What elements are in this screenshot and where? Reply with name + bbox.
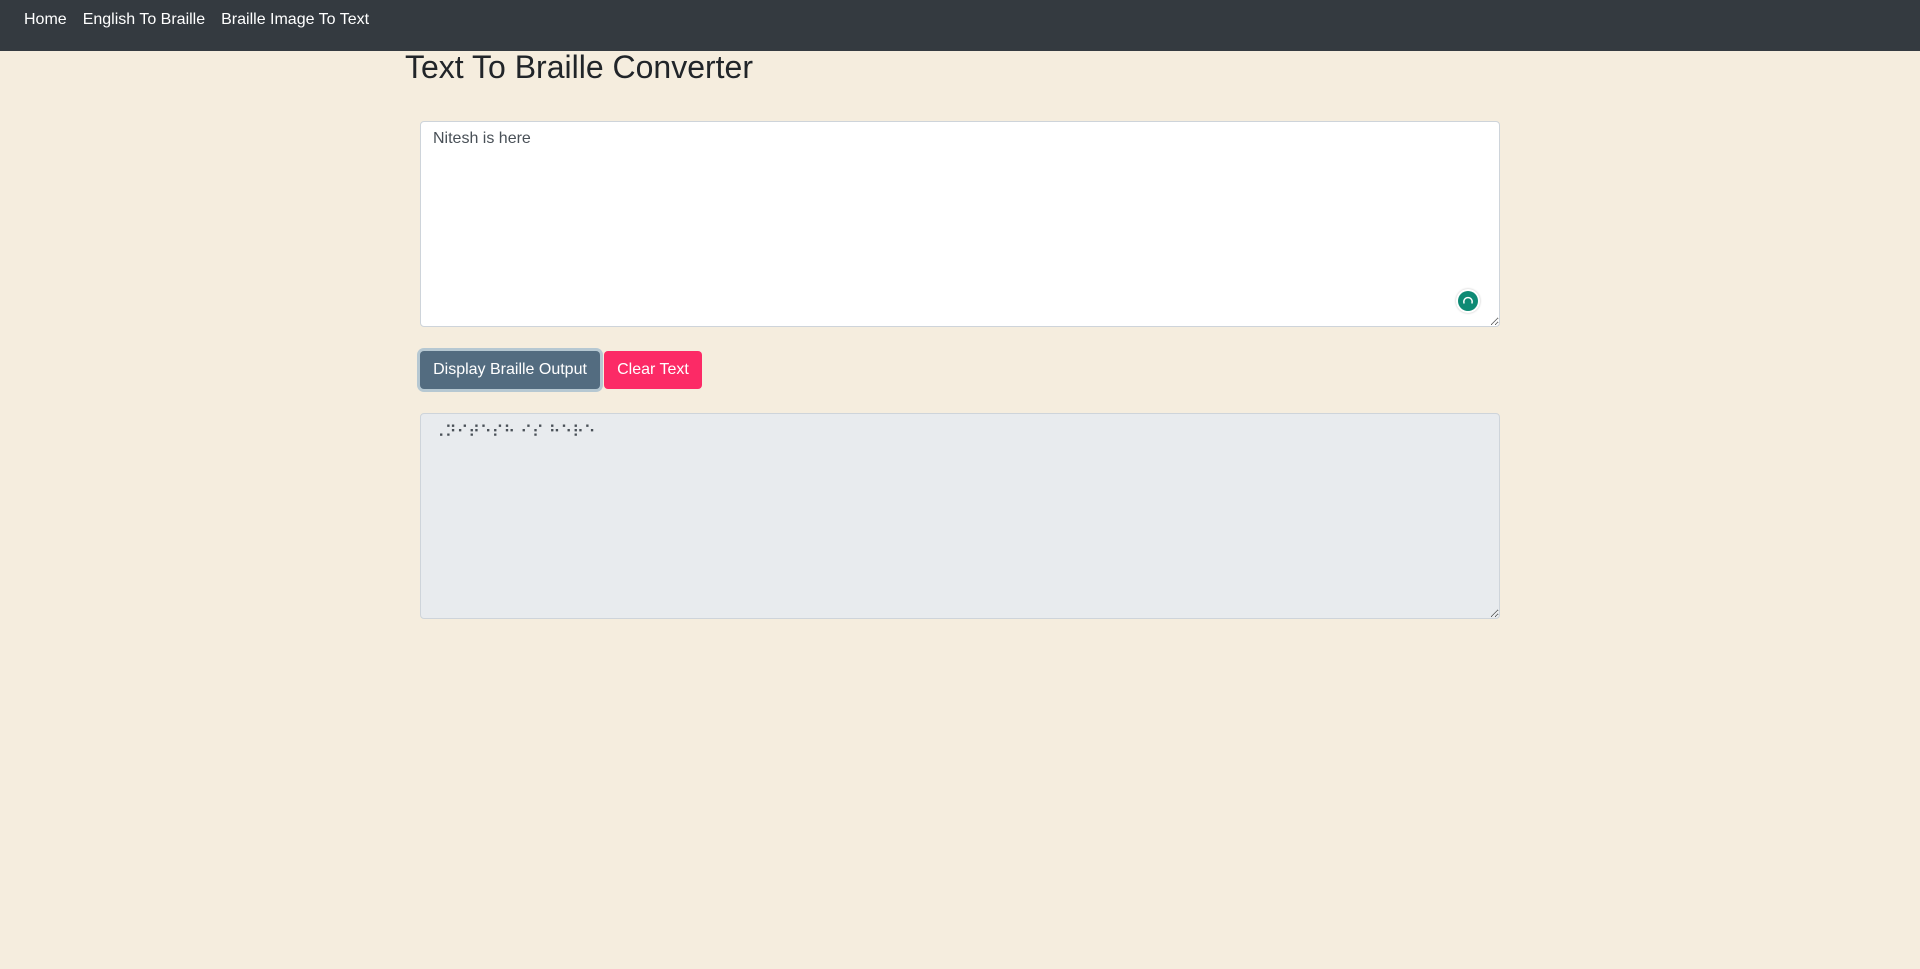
top-navbar: Home English To Braille Braille Image To…	[0, 0, 1920, 51]
nav-link-home[interactable]: Home	[24, 11, 67, 29]
refresh-arc-icon	[1463, 296, 1473, 304]
nav-link-braille-image-to-text[interactable]: Braille Image To Text	[221, 11, 369, 29]
text-input[interactable]: Nitesh is here	[420, 121, 1500, 327]
grammar-check-icon-inner	[1458, 291, 1478, 311]
nav-link-english-to-braille[interactable]: English To Braille	[83, 11, 205, 29]
page-title: Text To Braille Converter	[405, 49, 753, 85]
clear-text-button[interactable]: Clear Text	[604, 351, 702, 389]
grammar-check-icon[interactable]	[1456, 289, 1480, 313]
display-braille-button[interactable]: Display Braille Output	[420, 351, 600, 389]
braille-output[interactable]: ⠠⠝⠊⠞⠑⠎⠓ ⠊⠎ ⠓⠑⠗⠑	[420, 413, 1500, 619]
